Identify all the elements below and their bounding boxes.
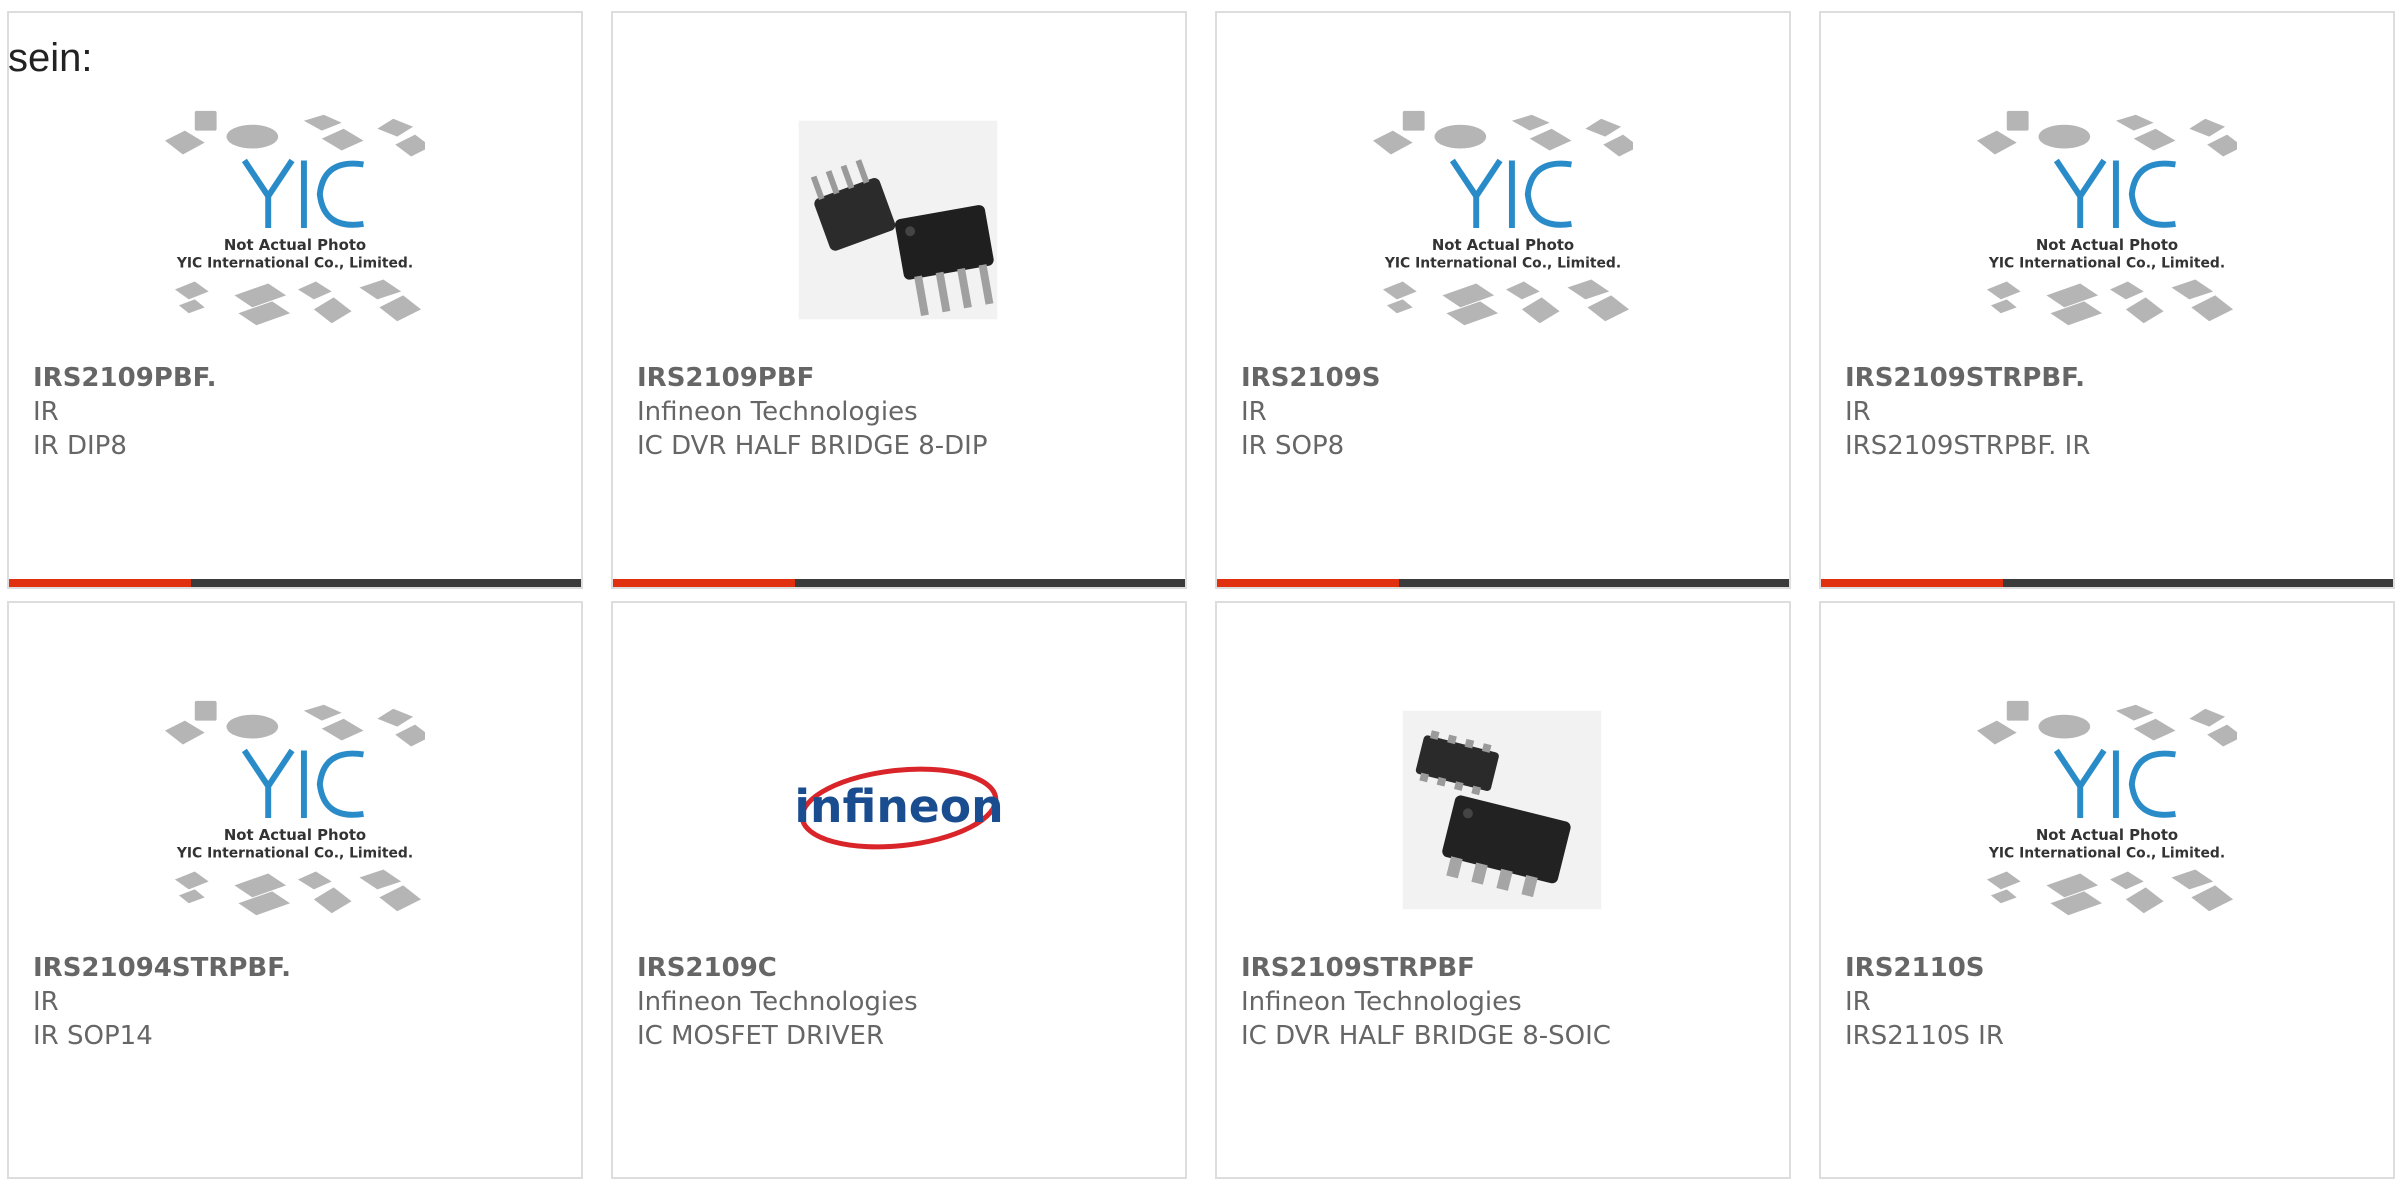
intro-text: sein: (8, 36, 93, 80)
description: IR DIP8 (33, 431, 127, 461)
product-image-placeholder: Not Actual Photo YIC International Co., … (1373, 95, 1633, 345)
card-bottom-bar (1217, 579, 1789, 587)
card-bottom-bar (613, 579, 1185, 587)
card-bottom-bar (9, 579, 581, 587)
infineon-logo: infineon (769, 685, 1029, 935)
manufacturer: IR (33, 397, 59, 427)
description: IC MOSFET DRIVER (637, 1021, 885, 1051)
description: IC DVR HALF BRIDGE 8-SOIC (1241, 1021, 1611, 1051)
placeholder-line2: YIC International Co., Limited. (1988, 256, 2225, 272)
manufacturer: Infineon Technologies (637, 397, 918, 427)
card-bottom-bar (1821, 579, 2393, 587)
product-card[interactable]: Not Actual Photo YIC International Co., … (1819, 601, 2395, 1179)
part-number-link[interactable]: IRS2109STRPBF. (1845, 361, 2383, 395)
placeholder-line1: Not Actual Photo (1432, 236, 1574, 254)
part-number-link[interactable]: IRS2109STRPBF (1241, 951, 1779, 985)
description: IRS2110S IR (1845, 1021, 2004, 1051)
description: IR SOP8 (1241, 431, 1345, 461)
product-card[interactable]: Not Actual Photo YIC International Co., … (1819, 11, 2395, 589)
placeholder-line2: YIC International Co., Limited. (176, 256, 413, 272)
product-image-placeholder: Not Actual Photo YIC International Co., … (165, 95, 425, 345)
description: IC DVR HALF BRIDGE 8-DIP (637, 431, 988, 461)
product-image-dip8 (769, 95, 1029, 345)
product-card[interactable]: Not Actual Photo YIC International Co., … (7, 11, 583, 589)
placeholder-line1: Not Actual Photo (224, 826, 366, 844)
manufacturer: IR (1845, 397, 1871, 427)
manufacturer: IR (33, 987, 59, 1017)
part-number-link[interactable]: IRS2109C (637, 951, 1175, 985)
product-card[interactable]: infineon IRS2109C Infineon Technologies … (611, 601, 1187, 1179)
part-number-link[interactable]: IRS2109PBF (637, 361, 1175, 395)
manufacturer: Infineon Technologies (637, 987, 918, 1017)
product-image-soic8 (1373, 685, 1633, 935)
description: IR SOP14 (33, 1021, 153, 1051)
product-card[interactable]: Not Actual Photo YIC International Co., … (1215, 11, 1791, 589)
manufacturer: Infineon Technologies (1241, 987, 1522, 1017)
placeholder-line1: Not Actual Photo (224, 236, 366, 254)
manufacturer: IR (1845, 987, 1871, 1017)
description: IRS2109STRPBF. IR (1845, 431, 2091, 461)
product-card[interactable]: IRS2109PBF Infineon Technologies IC DVR … (611, 11, 1187, 589)
part-number-link[interactable]: IRS21094STRPBF. (33, 951, 571, 985)
part-number-link[interactable]: IRS2110S (1845, 951, 2383, 985)
product-image-placeholder: Not Actual Photo YIC International Co., … (1977, 95, 2237, 345)
infineon-logo-text: infineon (794, 780, 1003, 833)
part-number-link[interactable]: IRS2109PBF. (33, 361, 571, 395)
part-number-link[interactable]: IRS2109S (1241, 361, 1779, 395)
product-image-placeholder: Not Actual Photo YIC International Co., … (1977, 685, 2237, 935)
placeholder-line2: YIC International Co., Limited. (1384, 256, 1621, 272)
product-card[interactable]: IRS2109STRPBF Infineon Technologies IC D… (1215, 601, 1791, 1179)
placeholder-line1: Not Actual Photo (2036, 826, 2178, 844)
product-card[interactable]: Not Actual Photo YIC International Co., … (7, 601, 583, 1179)
manufacturer: IR (1241, 397, 1267, 427)
placeholder-line2: YIC International Co., Limited. (176, 846, 413, 862)
product-image-placeholder: Not Actual Photo YIC International Co., … (165, 685, 425, 935)
placeholder-line2: YIC International Co., Limited. (1988, 846, 2225, 862)
placeholder-line1: Not Actual Photo (2036, 236, 2178, 254)
